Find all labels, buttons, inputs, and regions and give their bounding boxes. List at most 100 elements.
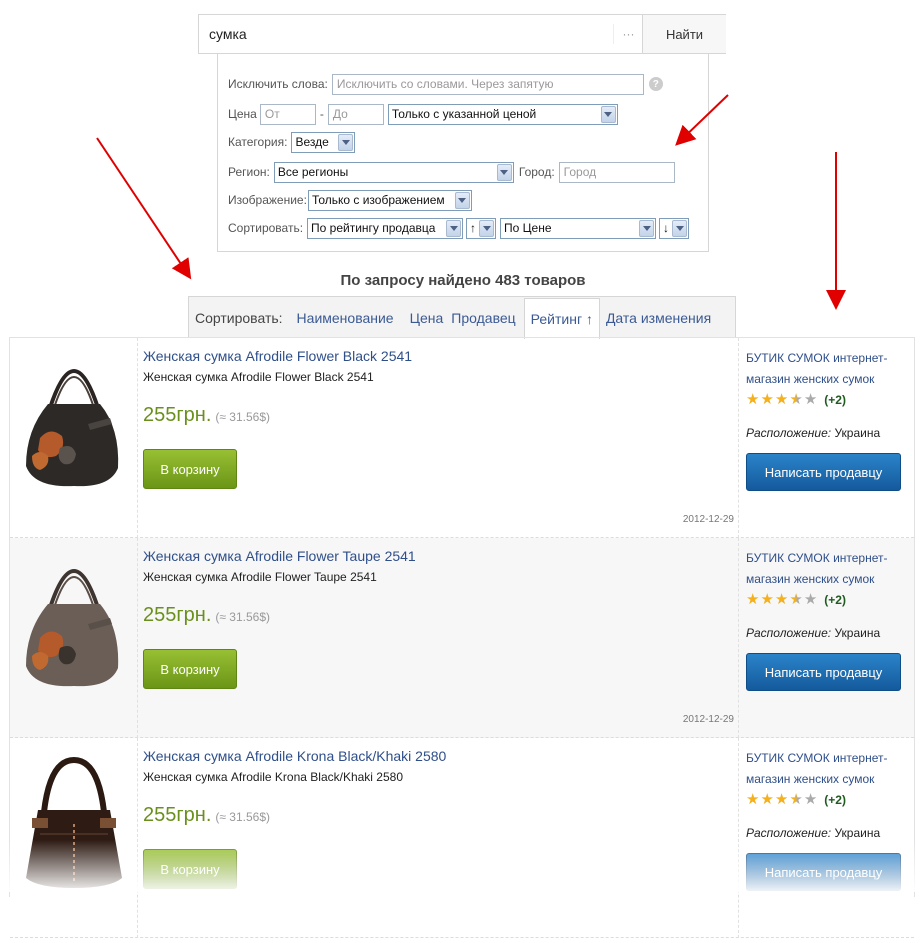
location-value: Украина — [834, 626, 881, 640]
seller-info: БУТИК СУМОК интернет-магазин женских сум… — [739, 338, 914, 538]
product-title-link[interactable]: Женская сумка Afrodile Flower Black 2541 — [143, 348, 412, 364]
category-value: Везде — [295, 135, 329, 149]
location-label: Расположение: — [746, 426, 832, 440]
advanced-filters-panel: Исключить слова: Исключить со словами. Ч… — [217, 54, 709, 252]
seller-name: БУТИК СУМОК — [746, 351, 830, 365]
product-price: 255грн. (≈ 31.56$) — [143, 804, 270, 827]
star-half-icon: ★ — [789, 591, 803, 608]
star-icon: ★ — [760, 391, 774, 408]
price-usd: (≈ 31.56$) — [215, 610, 271, 624]
city-input[interactable]: Город — [558, 161, 675, 183]
chevron-down-icon — [600, 105, 616, 123]
sort-primary-direction[interactable]: ↑ — [466, 217, 497, 239]
message-seller-button[interactable]: Написать продавцу — [746, 453, 901, 491]
sort-tab-name[interactable]: Наименование — [297, 310, 394, 326]
product-image[interactable] — [10, 338, 138, 538]
price-uah: 255грн. — [143, 404, 212, 426]
seller-rating: ★ ★ ★ ★ ★ (+2) — [746, 392, 846, 407]
sort-tab-rating[interactable]: Рейтинг ↑ — [523, 298, 600, 339]
sort-secondary-direction-value: ↓ — [663, 221, 670, 235]
price-to-input[interactable]: До — [327, 103, 384, 125]
price-label: Цена — [228, 107, 257, 121]
add-to-cart-button[interactable]: В корзину — [143, 449, 237, 489]
star-half-icon: ★ — [789, 391, 803, 408]
handbag-image — [26, 756, 122, 888]
category-row: Категория: Везде — [228, 131, 356, 153]
region-select[interactable]: Все регионы — [273, 161, 514, 183]
location-value: Украина — [834, 826, 881, 840]
handbag-image — [26, 569, 119, 687]
sort-tab-price[interactable]: Цена — [410, 310, 444, 326]
category-label: Категория: — [228, 135, 288, 149]
category-select[interactable]: Везде — [291, 131, 356, 153]
exclude-row: Исключить слова: Исключить со словами. Ч… — [228, 73, 663, 95]
sort-secondary-value: По Цене — [504, 221, 552, 235]
star-half-icon: ★ — [789, 791, 803, 808]
sort-tab-seller[interactable]: Продавец — [451, 310, 515, 326]
city-label: Город: — [518, 165, 555, 179]
product-info: Женская сумка Afrodile Flower Black 2541… — [138, 338, 739, 538]
star-icon: ★ — [746, 391, 760, 408]
list-item: Женская сумка Afrodile Flower Taupe 2541… — [10, 538, 914, 738]
product-title-link[interactable]: Женская сумка Afrodile Krona Black/Khaki… — [143, 748, 446, 764]
price-dash: - — [319, 107, 324, 121]
handbag-image — [26, 369, 119, 487]
search-options-icon[interactable]: ··· — [613, 24, 643, 44]
star-icon: ★ — [746, 591, 760, 608]
chevron-down-icon — [454, 191, 470, 209]
search-button[interactable]: Найти — [642, 15, 726, 53]
add-to-cart-button[interactable]: В корзину — [143, 649, 237, 689]
price-usd: (≈ 31.56$) — [215, 810, 271, 824]
product-list: Женская сумка Afrodile Flower Black 2541… — [9, 337, 915, 938]
product-date: 2012-12-29 — [682, 514, 734, 525]
search-input[interactable] — [199, 15, 643, 53]
sort-primary-direction-value: ↑ — [470, 221, 477, 235]
seller-link[interactable]: БУТИК СУМОК интернет-магазин женских сум… — [746, 348, 911, 390]
seller-info: БУТИК СУМОК интернет-магазин женских сум… — [739, 538, 914, 738]
sort-tab-date[interactable]: Дата изменения — [606, 310, 711, 326]
seller-rating: ★ ★ ★ ★ ★ (+2) — [746, 592, 846, 607]
sort-tabs-label: Сортировать: — [195, 309, 283, 326]
price-row: Цена От - До Только с указанной ценой — [228, 103, 618, 125]
chevron-down-icon — [639, 219, 655, 237]
sort-secondary-direction[interactable]: ↓ — [659, 217, 690, 239]
product-price: 255грн. (≈ 31.56$) — [143, 604, 270, 627]
sort-secondary-select[interactable]: По Цене — [500, 217, 657, 239]
product-image[interactable] — [10, 538, 138, 738]
price-mode-select[interactable]: Только с указанной ценой — [387, 103, 618, 125]
region-label: Регион: — [228, 165, 270, 179]
region-value: Все регионы — [277, 165, 349, 179]
chevron-down-icon — [338, 133, 354, 151]
exclude-label: Исключить слова: — [228, 77, 328, 91]
image-row: Изображение: Только с изображением — [228, 189, 472, 211]
add-to-cart-button[interactable]: В корзину — [143, 849, 237, 889]
search-box: ··· Найти — [198, 14, 726, 54]
sort-tabs: Сортировать: Наименование Цена Продавец … — [188, 296, 736, 339]
rating-plus: (+2) — [824, 592, 846, 607]
image-value: Только с изображением — [311, 193, 445, 207]
product-date: 2012-12-29 — [682, 714, 734, 725]
product-image[interactable] — [10, 738, 138, 938]
results-count-title: По запросу найдено 483 товаров — [340, 272, 586, 289]
star-icon: ★ — [760, 591, 774, 608]
price-uah: 255грн. — [143, 604, 212, 626]
help-icon[interactable]: ? — [648, 77, 663, 91]
product-info: Женская сумка Afrodile Krona Black/Khaki… — [138, 738, 739, 938]
seller-link[interactable]: БУТИК СУМОК интернет-магазин женских сум… — [746, 548, 911, 590]
list-item: Женская сумка Afrodile Krona Black/Khaki… — [10, 738, 914, 938]
product-price: 255грн. (≈ 31.56$) — [143, 404, 270, 427]
rating-plus: (+2) — [824, 792, 846, 807]
product-title-link[interactable]: Женская сумка Afrodile Flower Taupe 2541 — [143, 548, 416, 564]
annotation-arrow-left — [96, 137, 192, 280]
star-icon: ★ — [774, 791, 789, 808]
rating-plus: (+2) — [824, 392, 846, 407]
price-from-input[interactable]: От — [259, 103, 316, 125]
product-info: Женская сумка Afrodile Flower Taupe 2541… — [138, 538, 739, 738]
sort-primary-select[interactable]: По рейтингу продавца — [307, 217, 464, 239]
message-seller-button[interactable]: Написать продавцу — [746, 853, 901, 891]
seller-link[interactable]: БУТИК СУМОК интернет-магазин женских сум… — [746, 748, 911, 790]
message-seller-button[interactable]: Написать продавцу — [746, 653, 901, 691]
image-select[interactable]: Только с изображением — [307, 189, 472, 211]
exclude-input[interactable]: Исключить со словами. Через запятую — [331, 73, 644, 95]
location-label: Расположение: — [746, 826, 832, 840]
